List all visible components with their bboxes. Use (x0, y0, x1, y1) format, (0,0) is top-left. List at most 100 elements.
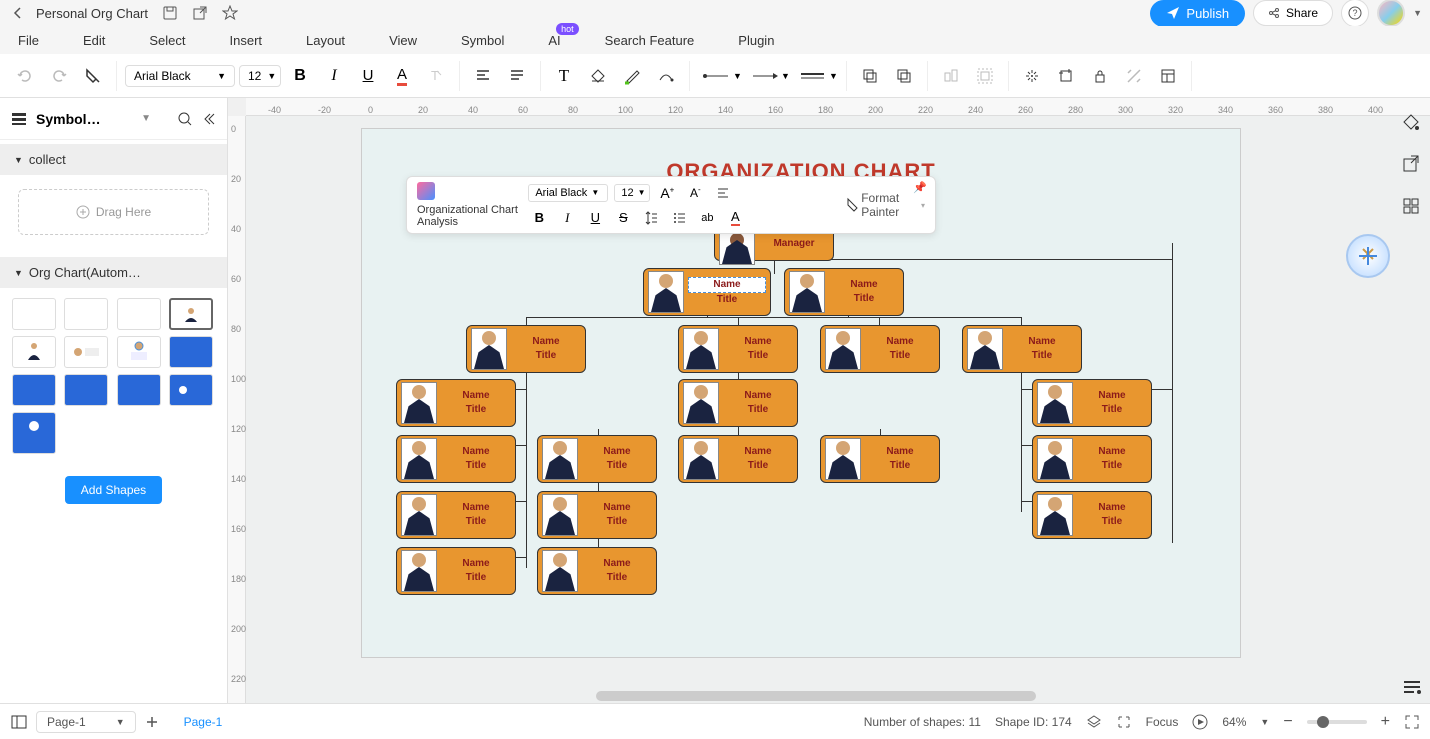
menu-search-feature[interactable]: Search Feature (605, 33, 695, 48)
node-name[interactable]: Name (688, 277, 766, 293)
line-end-button[interactable]: ▼ (746, 61, 790, 91)
shape-thumb[interactable] (169, 298, 213, 330)
italic-button[interactable]: I (319, 61, 349, 91)
org-node-selected[interactable]: NameTitle (643, 268, 771, 316)
zoom-in-button[interactable]: + (1381, 713, 1390, 731)
float-line-spacing-icon[interactable] (640, 207, 662, 229)
ai-analysis-icon[interactable] (417, 182, 435, 200)
focus-frame-icon[interactable] (1116, 714, 1132, 730)
save-icon[interactable] (160, 3, 180, 23)
shape-thumb[interactable] (12, 374, 56, 406)
back-button[interactable] (8, 3, 28, 23)
float-bullets-icon[interactable] (668, 207, 690, 229)
float-underline-button[interactable]: U (584, 207, 606, 229)
presentation-icon[interactable] (1192, 714, 1208, 730)
pin-icon[interactable]: 📌 (913, 181, 927, 194)
org-node[interactable]: NameTitle (678, 379, 798, 427)
underline-button[interactable]: U (353, 61, 383, 91)
highlight-button[interactable] (617, 61, 647, 91)
apps-panel-icon[interactable] (1399, 194, 1423, 218)
publish-button[interactable]: Publish (1150, 0, 1245, 27)
org-node[interactable]: NameTitle (396, 491, 516, 539)
org-node[interactable]: NameTitle (466, 325, 586, 373)
org-node[interactable]: NameTitle (396, 379, 516, 427)
menu-symbol[interactable]: Symbol (461, 33, 504, 48)
zoom-slider[interactable] (1307, 720, 1367, 724)
drag-here-zone[interactable]: Drag Here (18, 189, 209, 235)
layout-panel-button[interactable] (1153, 61, 1183, 91)
menu-file[interactable]: File (18, 33, 39, 48)
org-node[interactable]: NameTitle (537, 547, 657, 595)
fill-panel-icon[interactable] (1399, 110, 1423, 134)
star-icon[interactable] (220, 3, 240, 23)
layers-icon[interactable] (1086, 714, 1102, 730)
shape-thumb[interactable] (169, 374, 213, 406)
shape-thumb[interactable] (117, 298, 161, 330)
align-h-button[interactable] (468, 61, 498, 91)
lock-button[interactable] (1085, 61, 1115, 91)
menu-insert[interactable]: Insert (230, 33, 263, 48)
menu-select[interactable]: Select (149, 33, 185, 48)
distribute-button[interactable] (1017, 61, 1047, 91)
bring-front-button[interactable] (855, 61, 885, 91)
font-size-select[interactable]: 12▼ (239, 65, 281, 87)
crop-button[interactable] (1051, 61, 1081, 91)
sidebar-dropdown-icon[interactable]: ▼ (141, 113, 151, 124)
org-node[interactable]: NameTitle (820, 325, 940, 373)
align-objects-button[interactable] (936, 61, 966, 91)
org-node[interactable]: NameTitle (784, 268, 904, 316)
org-node[interactable]: NameTitle (537, 435, 657, 483)
text-tool-button[interactable]: T (549, 61, 579, 91)
pages-panel-icon[interactable] (10, 713, 28, 731)
user-avatar[interactable] (1377, 0, 1405, 27)
format-painter-button[interactable] (78, 61, 108, 91)
tools-button[interactable] (1119, 61, 1149, 91)
page-select[interactable]: Page-1▼ (36, 711, 136, 733)
float-strike-button[interactable]: S (612, 207, 634, 229)
zoom-value[interactable]: 64% (1222, 715, 1246, 729)
send-back-button[interactable] (889, 61, 919, 91)
org-node[interactable]: NameTitle (1032, 491, 1152, 539)
shape-thumb[interactable] (12, 298, 56, 330)
help-button[interactable]: ? (1341, 0, 1369, 27)
user-menu-caret[interactable]: ▼ (1413, 8, 1422, 18)
connector-button[interactable] (651, 61, 681, 91)
shape-thumb[interactable] (64, 374, 108, 406)
page-tab[interactable]: Page-1 (184, 715, 223, 729)
format-painter-icon[interactable] (845, 196, 858, 214)
line-style-button[interactable]: ▼ (794, 61, 838, 91)
shape-thumb[interactable] (117, 336, 161, 368)
shape-thumb[interactable] (64, 336, 108, 368)
redo-button[interactable] (44, 61, 74, 91)
float-size-select[interactable]: 12▼ (614, 184, 650, 202)
org-node[interactable]: NameTitle (537, 491, 657, 539)
export-panel-icon[interactable] (1399, 152, 1423, 176)
shape-thumb[interactable] (12, 412, 56, 454)
collapse-sidebar-icon[interactable] (201, 111, 217, 127)
menu-layout[interactable]: Layout (306, 33, 345, 48)
open-external-icon[interactable] (190, 3, 210, 23)
line-start-button[interactable]: ▼ (698, 61, 742, 91)
float-font-color-button[interactable]: A (724, 207, 746, 229)
menu-view[interactable]: View (389, 33, 417, 48)
share-button[interactable]: Share (1253, 0, 1333, 26)
add-page-icon[interactable] (144, 714, 160, 730)
shape-thumb[interactable] (117, 374, 161, 406)
float-bold-button[interactable]: B (528, 207, 550, 229)
org-node[interactable]: NameTitle (678, 435, 798, 483)
orgchart-section-header[interactable]: ▼Org Chart(Autom… (0, 257, 227, 288)
bold-button[interactable]: B (285, 61, 315, 91)
float-font-select[interactable]: Arial Black▼ (528, 184, 608, 202)
menu-plugin[interactable]: Plugin (738, 33, 774, 48)
fullscreen-icon[interactable] (1404, 714, 1420, 730)
clear-format-button[interactable]: T (421, 61, 451, 91)
org-node[interactable]: NameTitle (678, 325, 798, 373)
decrease-font-icon[interactable]: A- (684, 182, 706, 204)
menu-ai[interactable]: AI hot (548, 33, 560, 48)
org-node[interactable]: NameTitle (962, 325, 1082, 373)
shape-thumb[interactable] (12, 336, 56, 368)
align-v-button[interactable] (502, 61, 532, 91)
library-icon[interactable] (10, 110, 28, 128)
org-node[interactable]: NameTitle (396, 547, 516, 595)
org-node[interactable]: NameTitle (396, 435, 516, 483)
